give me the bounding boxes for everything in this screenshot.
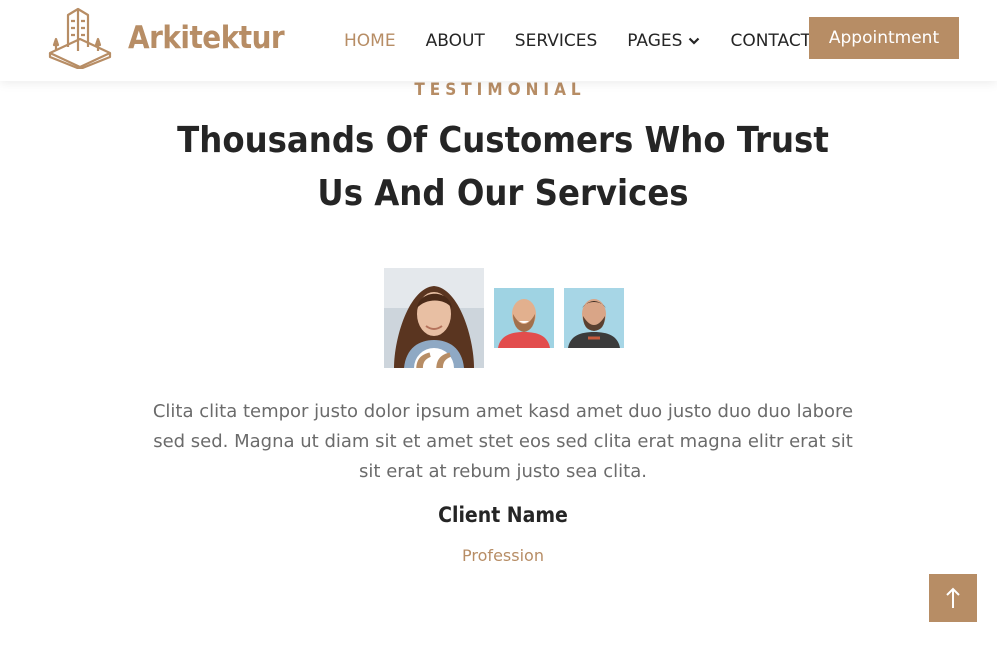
client-avatar-active[interactable] bbox=[384, 268, 484, 368]
nav-about[interactable]: ABOUT bbox=[426, 31, 485, 51]
quote-badge bbox=[414, 348, 454, 368]
section-eyebrow: TESTIMONIAL bbox=[414, 80, 586, 100]
client-photo-man-smiling bbox=[494, 288, 554, 348]
chevron-down-icon bbox=[689, 37, 700, 45]
nav-home[interactable]: HOME bbox=[344, 31, 396, 51]
building-logo-icon bbox=[48, 7, 112, 69]
back-to-top-button[interactable] bbox=[929, 574, 977, 622]
client-name: Client Name bbox=[438, 503, 568, 527]
nav-contact[interactable]: CONTACT bbox=[730, 31, 811, 51]
client-avatar-2[interactable] bbox=[494, 288, 554, 348]
brand-name: Arkitektur bbox=[128, 20, 285, 56]
client-avatars bbox=[384, 268, 624, 378]
client-photo-man-beard bbox=[564, 288, 624, 348]
nav-pages-label: PAGES bbox=[627, 30, 683, 51]
testimonial-text: Clita clita tempor justo dolor ipsum ame… bbox=[152, 401, 854, 482]
section-heading: Thousands Of Customers Who Trust Us And … bbox=[177, 120, 829, 214]
appointment-button[interactable]: Appointment bbox=[809, 17, 959, 59]
main-nav: HOME ABOUT SERVICES PAGES CONTACT bbox=[344, 0, 841, 81]
navbar: Arkitektur HOME ABOUT SERVICES PAGES CON… bbox=[0, 0, 997, 81]
nav-pages[interactable]: PAGES bbox=[627, 31, 700, 51]
brand[interactable]: Arkitektur bbox=[48, 7, 285, 69]
client-profession: Profession bbox=[462, 546, 544, 565]
arrow-up-icon bbox=[946, 587, 960, 608]
nav-services[interactable]: SERVICES bbox=[515, 31, 597, 51]
client-avatar-3[interactable] bbox=[564, 288, 624, 348]
quote-left-icon bbox=[416, 352, 451, 368]
